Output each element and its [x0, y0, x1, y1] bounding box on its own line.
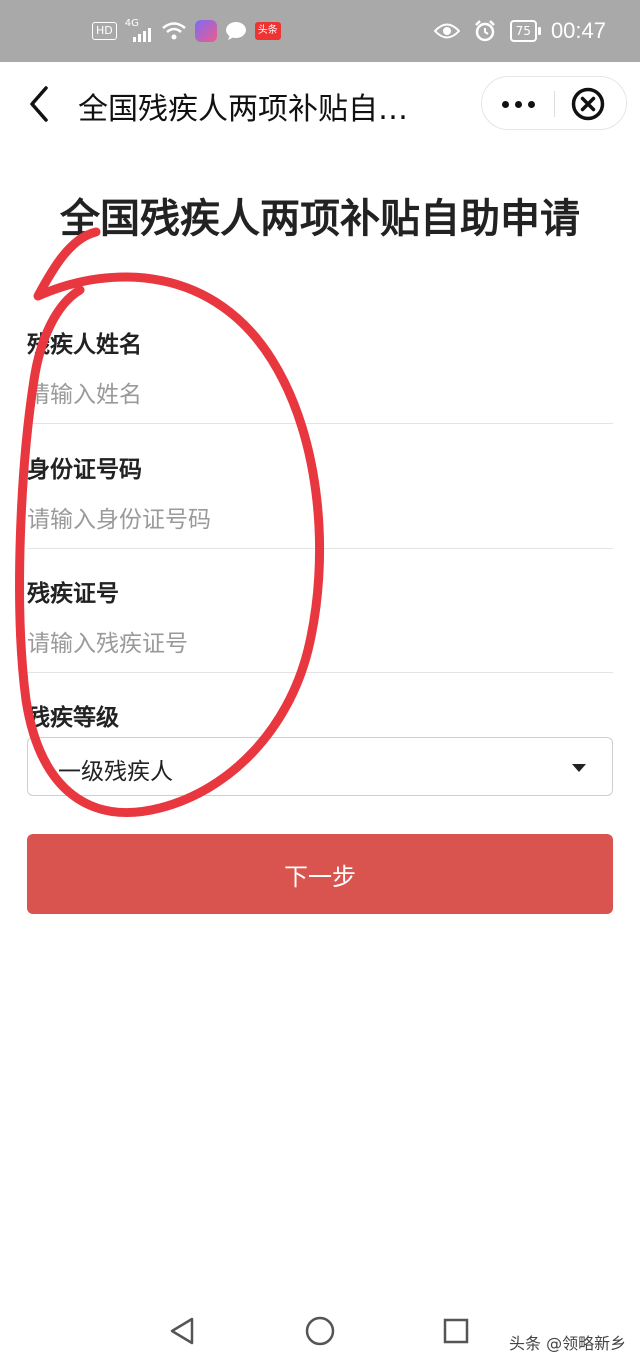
close-icon[interactable]	[571, 87, 605, 121]
status-right: 75 00:47	[433, 18, 606, 44]
system-home-icon[interactable]	[305, 1316, 335, 1346]
clock: 00:47	[550, 18, 606, 43]
disability-level-label: 残疾等级	[27, 705, 119, 731]
capsule-divider	[554, 91, 555, 117]
divider	[27, 672, 613, 673]
system-recents-icon[interactable]	[443, 1318, 469, 1344]
status-bar: HD 4G 头条 75 00:47	[0, 0, 640, 62]
navigation-bar: 全国残疾人两项补贴自…	[0, 62, 640, 146]
status-left: HD 4G 头条	[92, 18, 281, 42]
watermark: 头条 @领略新乡	[509, 1334, 627, 1353]
system-navigation-bar: 头条 @领略新乡	[0, 1296, 640, 1369]
signal-icon: 4G	[125, 18, 153, 42]
app-notification-icon	[194, 20, 217, 42]
name-input[interactable]: 请输入姓名	[27, 380, 613, 410]
disability-cert-label: 残疾证号	[27, 581, 119, 607]
disability-level-value: 一级残疾人	[58, 759, 173, 785]
wifi-icon	[161, 22, 186, 40]
disability-cert-input[interactable]: 请输入残疾证号	[27, 629, 613, 659]
nav-title: 全国残疾人两项补贴自…	[78, 92, 408, 127]
eye-icon	[433, 23, 460, 39]
disability-level-field: 残疾等级	[27, 703, 613, 733]
battery-icon: 75	[509, 20, 542, 42]
name-label: 残疾人姓名	[27, 332, 142, 358]
name-field: 残疾人姓名 请输入姓名	[27, 330, 613, 410]
id-number-input[interactable]: 请输入身份证号码	[27, 505, 613, 535]
message-icon	[225, 22, 246, 40]
system-back-icon[interactable]	[168, 1316, 198, 1346]
next-step-button[interactable]: 下一步	[27, 834, 613, 914]
disability-level-select[interactable]: 一级残疾人	[27, 737, 613, 796]
miniprogram-capsule	[481, 76, 627, 130]
page-title: 全国残疾人两项补贴自助申请	[60, 196, 580, 242]
divider	[27, 548, 613, 549]
disability-cert-field: 残疾证号 请输入残疾证号	[27, 579, 613, 659]
toutiao-notification-icon: 头条	[254, 22, 281, 40]
more-icon[interactable]	[502, 101, 535, 108]
divider	[27, 423, 613, 424]
alarm-icon	[474, 20, 495, 42]
dropdown-caret-icon	[572, 764, 586, 772]
id-number-label: 身份证号码	[27, 457, 142, 483]
back-icon[interactable]	[24, 82, 64, 126]
id-number-field: 身份证号码 请输入身份证号码	[27, 455, 613, 535]
hd-indicator: HD	[92, 22, 117, 40]
